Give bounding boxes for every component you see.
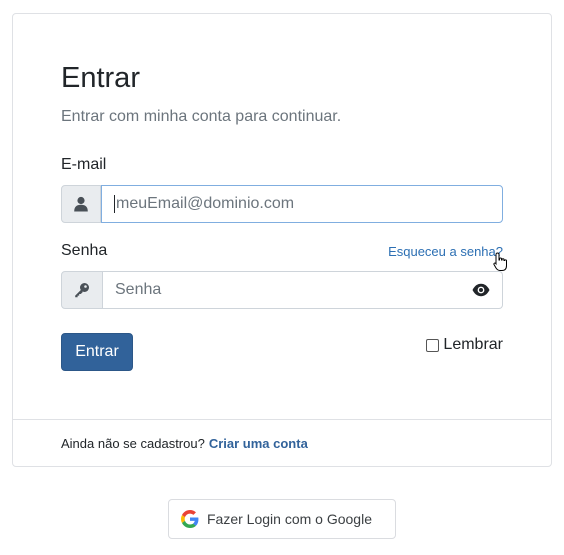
password-label: Senha — [61, 242, 108, 259]
card-footer: Ainda não se cadastrou? Criar uma conta — [13, 419, 551, 467]
hand-pointer-icon — [493, 252, 509, 277]
password-input-group: Senha — [61, 271, 503, 309]
email-input-group: meuEmail@dominio.com — [61, 185, 503, 223]
email-field[interactable]: meuEmail@dominio.com — [101, 185, 503, 223]
forgot-password-link[interactable]: Esqueceu a senha? — [388, 244, 503, 259]
email-label: E-mail — [61, 156, 107, 173]
google-login-button[interactable]: Fazer Login com o Google — [168, 499, 396, 539]
key-icon — [61, 271, 103, 309]
page-title: Entrar — [61, 62, 140, 94]
password-placeholder: Senha — [115, 281, 162, 298]
password-field[interactable]: Senha — [103, 271, 503, 309]
login-card-body: Entrar Entrar com minha conta para conti… — [13, 14, 551, 419]
remember-me[interactable]: Lembrar — [426, 336, 503, 354]
eye-icon[interactable] — [472, 283, 490, 302]
signup-link[interactable]: Criar uma conta — [209, 436, 308, 451]
signup-prompt: Ainda não se cadastrou? — [61, 436, 205, 451]
login-card: Entrar Entrar com minha conta para conti… — [12, 13, 552, 467]
user-icon — [61, 185, 101, 223]
submit-button[interactable]: Entrar — [61, 333, 133, 371]
email-placeholder: meuEmail@dominio.com — [116, 195, 295, 212]
page-subtitle: Entrar com minha conta para continuar. — [61, 108, 342, 125]
remember-checkbox[interactable] — [426, 338, 440, 352]
text-caret — [114, 195, 115, 213]
google-login-label: Fazer Login com o Google — [207, 511, 372, 527]
remember-label: Lembrar — [443, 336, 503, 353]
google-g-icon — [181, 510, 199, 528]
